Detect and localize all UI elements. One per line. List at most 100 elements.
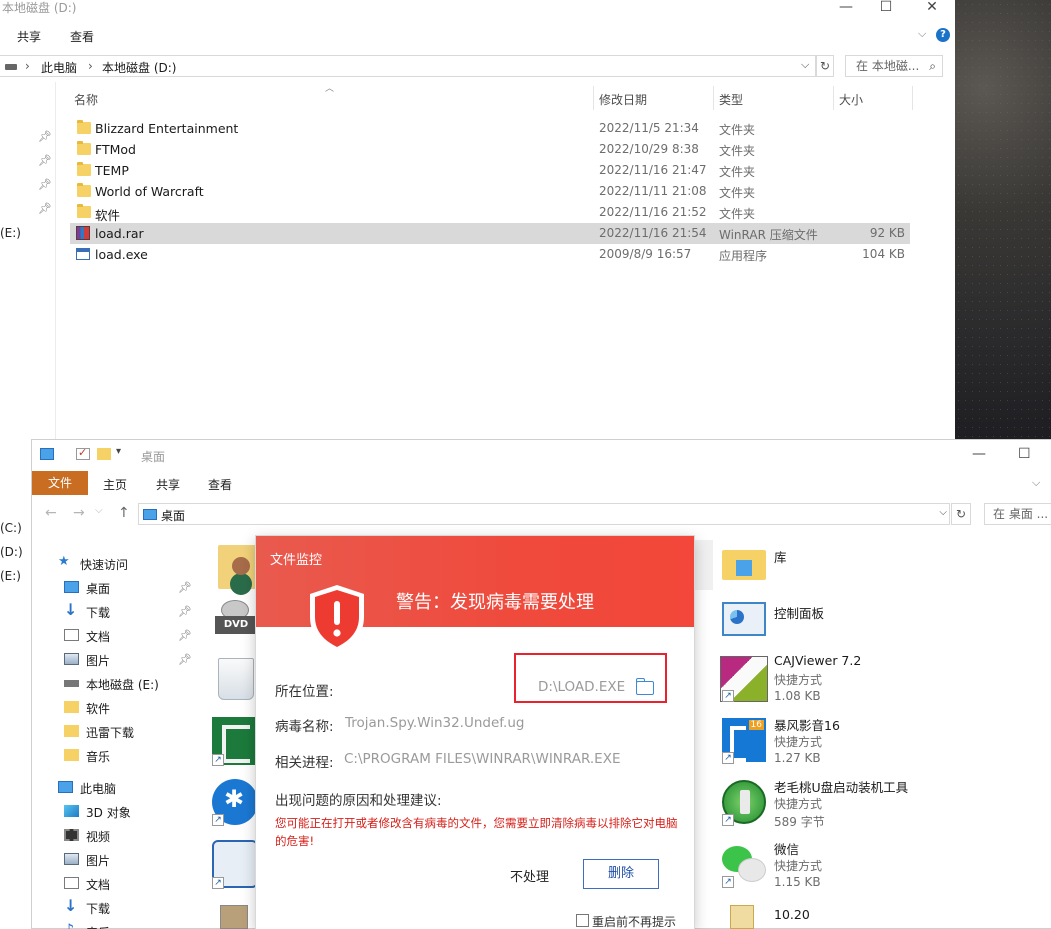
pin-icon[interactable]: 📌︎ [178,629,192,642]
control-panel-icon[interactable] [722,602,766,636]
minimize-button[interactable]: — [972,446,986,462]
properties-icon[interactable] [76,446,90,460]
file-row[interactable]: World of Warcraft 2022/11/11 21:08 文件夹 [70,181,910,202]
delete-button[interactable]: 删除 [583,859,659,889]
pin-icon[interactable]: 📌︎ [178,605,192,618]
address-bar[interactable]: › 此电脑 › 本地磁盘 (D:) ⌵ [0,55,816,77]
sidebar-item-e-drive[interactable]: (E:) [0,226,21,240]
desktop-item-name[interactable]: 暴风影音16 [774,715,840,734]
column-header-type[interactable]: 类型 [719,91,743,108]
quick-access-dropdown-icon[interactable]: ▾ [116,446,121,457]
sidebar-item[interactable]: 图片 [64,849,204,869]
tab-view[interactable]: 查看 [70,28,94,45]
shortcut-arrow-icon: ↗ [722,690,734,702]
tab-file[interactable]: 文件 [32,471,88,495]
sidebar-item[interactable]: 图片 📌︎ [64,649,204,669]
sidebar-item[interactable]: 音乐 [64,745,204,765]
column-divider[interactable] [713,86,714,110]
sidebar-item[interactable]: 本地磁盘 (E:) [64,673,204,693]
recycle-bin-icon[interactable] [218,658,254,700]
tab-share[interactable]: 共享 [17,28,41,45]
desktop-item-name[interactable]: CAJViewer 7.2 [774,653,861,668]
pin-icon[interactable]: 📌︎ [38,178,52,191]
pin-icon[interactable]: 📌︎ [38,154,52,167]
library-icon[interactable] [722,546,766,582]
tab-view[interactable]: 查看 [208,476,232,493]
sidebar-item[interactable]: ♪ 音乐 [64,920,204,929]
up-icon[interactable]: ↑ [118,505,130,521]
scrollbar[interactable] [695,540,713,590]
breadcrumb-d-drive[interactable]: 本地磁盘 (D:) [102,59,176,76]
dvd-drive-icon[interactable]: DVD [215,600,257,636]
column-header-size[interactable]: 大小 [839,91,863,108]
sidebar-item[interactable]: 文档 📌︎ [64,625,204,645]
desktop-item-name[interactable]: 10.20 [774,907,810,922]
desktop-item-name[interactable]: 库 [774,547,787,566]
sidebar-item[interactable]: 软件 [64,697,204,717]
ignore-button[interactable]: 不处理 [510,866,549,885]
sidebar-item[interactable]: ★ 快速访问 [58,553,198,573]
refresh-button[interactable]: ↻ [951,503,971,525]
sidebar-item[interactable]: 视频 [64,825,204,845]
ribbon-expand-icon[interactable]: ⌵ [918,27,926,41]
recent-dropdown-icon[interactable]: ⌵ [95,505,103,516]
ribbon-expand-icon[interactable]: ⌵ [1032,476,1040,490]
pin-icon[interactable]: 📌︎ [38,130,52,143]
file-row[interactable]: FTMod 2022/10/29 8:38 文件夹 [70,139,910,160]
breadcrumb-desktop[interactable]: 桌面 [161,507,185,524]
column-divider[interactable] [912,86,913,110]
tab-home[interactable]: 主页 [103,476,127,493]
sidebar-item[interactable]: 文档 [64,873,204,893]
sidebar-item-e-drive[interactable]: (E:) [0,569,21,583]
minimize-button[interactable]: — [826,0,866,16]
pin-icon[interactable]: 📌︎ [178,581,192,594]
desktop-item-name[interactable]: 控制面板 [774,603,824,622]
maximize-button[interactable]: ☐ [1018,446,1031,462]
breadcrumb-chevron-icon[interactable]: › [88,59,93,73]
folder-icon [77,183,91,197]
file-row[interactable]: 软件 2022/11/16 21:52 文件夹 [70,202,910,223]
file-row[interactable]: TEMP 2022/11/16 21:47 文件夹 [70,160,910,181]
help-icon[interactable]: ? [936,28,950,42]
forward-icon[interactable]: → [73,505,85,521]
desktop-item-name[interactable]: 老毛桃U盘启动装机工具 [774,777,908,796]
address-dropdown-icon[interactable]: ⌵ [939,507,947,518]
search-input[interactable]: 在 桌面 ... [984,503,1051,525]
column-header-name[interactable]: 名称 [74,91,98,108]
column-divider[interactable] [593,86,594,110]
tab-share[interactable]: 共享 [156,476,180,493]
sidebar-item-label: 下载 [86,902,111,916]
back-icon[interactable]: ← [45,505,57,521]
address-bar[interactable]: 桌面 ⌵ [138,503,950,525]
folder-icon[interactable] [730,905,754,929]
address-dropdown-icon[interactable]: ⌵ [801,58,809,72]
sidebar-item[interactable]: 此电脑 [58,777,198,797]
sidebar-item-d-drive[interactable]: (D:) [0,545,23,559]
search-input[interactable]: 在 本地磁... ⌕ [845,55,943,77]
desktop-item-size: 1.27 KB [774,751,821,765]
user-folder-icon[interactable] [218,545,258,589]
open-folder-icon[interactable] [635,678,654,695]
checkbox[interactable] [576,914,589,927]
new-folder-icon[interactable] [97,448,111,460]
pin-icon[interactable]: 📌︎ [38,202,52,215]
sidebar-item[interactable]: 迅雷下载 [64,721,204,741]
pin-icon[interactable]: 📌︎ [178,653,192,666]
maximize-button[interactable]: ☐ [866,0,906,16]
column-header-date[interactable]: 修改日期 [599,91,647,108]
desktop-item-name[interactable]: 微信 [774,839,799,858]
sidebar-item[interactable]: 3D 对象 [64,801,204,821]
refresh-button[interactable]: ↻ [816,55,834,77]
breadcrumb-chevron-icon[interactable]: › [25,59,30,73]
file-row[interactable]: Blizzard Entertainment 2022/11/5 21:34 文件夹 [70,118,910,139]
file-row[interactable]: load.exe 2009/8/9 16:57 应用程序 104 KB [70,244,910,265]
sidebar-item[interactable]: ↓ 下载 📌︎ [64,600,204,621]
sidebar-item[interactable]: 桌面 📌︎ [64,577,204,597]
sidebar-item[interactable]: ↓ 下载 [64,896,204,917]
column-divider[interactable] [833,86,834,110]
app-shortcut-icon[interactable] [220,905,248,929]
close-button[interactable]: ✕ [912,0,952,16]
sidebar-item-c-drive[interactable]: (C:) [0,521,22,535]
file-row[interactable]: load.rar 2022/11/16 21:54 WinRAR 压缩文件 92 KB [70,223,910,244]
breadcrumb-this-pc[interactable]: 此电脑 [41,59,77,76]
